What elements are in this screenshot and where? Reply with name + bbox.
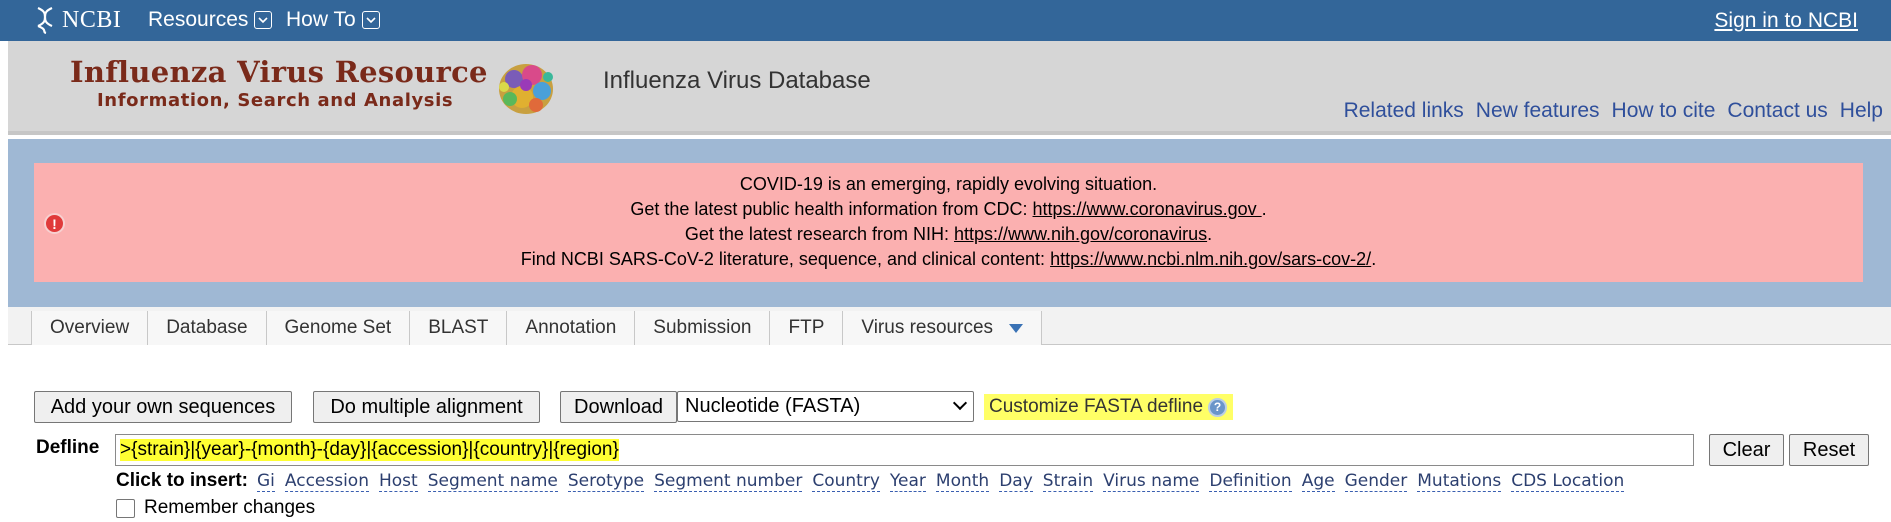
alert-line-4: Find NCBI SARS-CoV-2 literature, sequenc… — [34, 247, 1863, 272]
resources-menu[interactable]: Resources — [148, 8, 273, 32]
defline-input[interactable]: >{strain}|{year}-{month}-{day}|{accessio… — [115, 434, 1694, 466]
tab-label: Genome Set — [284, 317, 392, 338]
insert-fields-row: Click to insert: Gi Accession Host Segme… — [116, 470, 1634, 492]
insert-segment-name[interactable]: Segment name — [427, 471, 558, 492]
cdc-link[interactable]: https://www.coronavirus.gov — [1033, 199, 1262, 219]
tab-label: Virus resources — [861, 317, 994, 338]
insert-gender[interactable]: Gender — [1344, 471, 1408, 492]
tab-label: BLAST — [428, 317, 489, 338]
resource-title[interactable]: Influenza Virus Resource — [70, 55, 488, 89]
tab-label: FTP — [788, 317, 825, 338]
defline-label: Defline — [36, 437, 100, 458]
insert-age[interactable]: Age — [1301, 471, 1335, 492]
alert-line-4-suffix: . — [1371, 249, 1377, 269]
chevron-down-icon — [952, 395, 968, 411]
contact-us-link[interactable]: Contact us — [1727, 99, 1827, 123]
help-link[interactable]: Help — [1840, 99, 1883, 123]
tab-label: Submission — [653, 317, 752, 338]
insert-virus-name[interactable]: Virus name — [1103, 471, 1200, 492]
insert-cds-location[interactable]: CDS Location — [1511, 471, 1625, 492]
multiple-alignment-button[interactable]: Do multiple alignment — [313, 391, 540, 423]
tab-blast[interactable]: BLAST — [410, 311, 508, 345]
insert-segment-number[interactable]: Segment number — [654, 471, 803, 492]
influenza-virus-image — [499, 64, 553, 114]
main-tabs: Overview Database Genome Set BLAST Annot… — [31, 311, 1043, 345]
download-format-value: Nucleotide (FASTA) — [685, 395, 861, 417]
insert-serotype[interactable]: Serotype — [567, 471, 645, 492]
download-format-select[interactable]: Nucleotide (FASTA) — [677, 391, 974, 422]
chevron-down-icon — [254, 11, 273, 29]
help-icon[interactable]: ? — [1208, 397, 1228, 417]
insert-strain[interactable]: Strain — [1042, 471, 1094, 492]
remember-changes[interactable]: Remember changes — [116, 497, 315, 519]
alert-line-3-text: Get the latest research from NIH: — [684, 224, 954, 244]
alert-line-2: Get the latest public health information… — [34, 197, 1863, 222]
ncbi-logo[interactable]: NCBI — [34, 5, 121, 35]
sars-cov-2-link[interactable]: https://www.ncbi.nlm.nih.gov/sars-cov-2/ — [1050, 249, 1371, 269]
tab-ftp[interactable]: FTP — [770, 311, 844, 345]
how-to-menu-label: How To — [286, 8, 356, 31]
alert-line-4-text: Find NCBI SARS-CoV-2 literature, sequenc… — [520, 249, 1051, 269]
resources-menu-label: Resources — [148, 8, 249, 31]
insert-definition[interactable]: Definition — [1209, 471, 1292, 492]
tab-label: Annotation — [525, 317, 617, 338]
alert-line-2-text: Get the latest public health information… — [630, 199, 1033, 219]
customize-defline-label: Customize FASTA defline — [989, 396, 1204, 417]
chevron-down-icon — [361, 11, 380, 29]
insert-day[interactable]: Day — [999, 471, 1033, 492]
sign-in-link[interactable]: Sign in to NCBI — [1714, 9, 1858, 33]
how-to-menu[interactable]: How To — [286, 8, 380, 32]
alert-text: COVID-19 is an emerging, rapidly evolvin… — [34, 172, 1863, 272]
resource-header: Influenza Virus Resource Information, Se… — [8, 41, 1891, 135]
insert-label: Click to insert: — [116, 470, 248, 491]
alert-line-3: Get the latest research from NIH: https:… — [34, 222, 1863, 247]
new-features-link[interactable]: New features — [1476, 99, 1600, 123]
tab-annotation[interactable]: Annotation — [507, 311, 636, 345]
ncbi-helix-icon — [37, 6, 53, 34]
insert-accession[interactable]: Accession — [284, 471, 369, 492]
tab-overview[interactable]: Overview — [32, 311, 149, 345]
insert-year[interactable]: Year — [889, 471, 926, 492]
alert-band: ! COVID-19 is an emerging, rapidly evolv… — [8, 139, 1891, 307]
related-links-link[interactable]: Related links — [1344, 99, 1464, 123]
nih-link[interactable]: https://www.nih.gov/coronavirus — [954, 224, 1207, 244]
ncbi-top-bar: NCBI Resources How To Sign in to NCBI — [0, 0, 1891, 41]
dropdown-triangle-icon — [1009, 323, 1024, 333]
tab-genome-set[interactable]: Genome Set — [266, 311, 411, 345]
tab-virus-resources[interactable]: Virus resources — [843, 311, 1043, 345]
alert-line-1: COVID-19 is an emerging, rapidly evolvin… — [739, 174, 1158, 194]
tab-label: Database — [166, 317, 248, 338]
download-button[interactable]: Download — [560, 391, 677, 423]
covid-alert: ! COVID-19 is an emerging, rapidly evolv… — [34, 163, 1863, 282]
remember-changes-checkbox[interactable] — [116, 498, 135, 518]
reset-button[interactable]: Reset — [1789, 434, 1869, 466]
database-title: Influenza Virus Database — [603, 67, 871, 94]
remember-changes-label: Remember changes — [144, 497, 316, 518]
alert-line-2-suffix: . — [1261, 199, 1267, 219]
insert-gi[interactable]: Gi — [256, 471, 275, 492]
tab-submission[interactable]: Submission — [635, 311, 771, 345]
tab-database[interactable]: Database — [148, 311, 267, 345]
insert-month[interactable]: Month — [935, 471, 990, 492]
insert-host[interactable]: Host — [379, 471, 418, 492]
ncbi-logo-text: NCBI — [62, 6, 122, 33]
defline-value: >{strain}|{year}-{month}-{day}|{accessio… — [120, 439, 619, 461]
insert-mutations[interactable]: Mutations — [1417, 471, 1502, 492]
clear-button[interactable]: Clear — [1709, 434, 1784, 466]
how-to-cite-link[interactable]: How to cite — [1612, 99, 1716, 123]
tab-label: Overview — [50, 317, 130, 338]
add-sequences-button[interactable]: Add your own sequences — [34, 391, 292, 423]
insert-country[interactable]: Country — [812, 471, 880, 492]
resource-subtitle: Information, Search and Analysis — [97, 90, 454, 111]
header-links: Related links New features How to cite C… — [1344, 99, 1883, 123]
customize-defline-link[interactable]: Customize FASTA defline ? — [984, 394, 1234, 420]
alert-line-3-suffix: . — [1207, 224, 1213, 244]
